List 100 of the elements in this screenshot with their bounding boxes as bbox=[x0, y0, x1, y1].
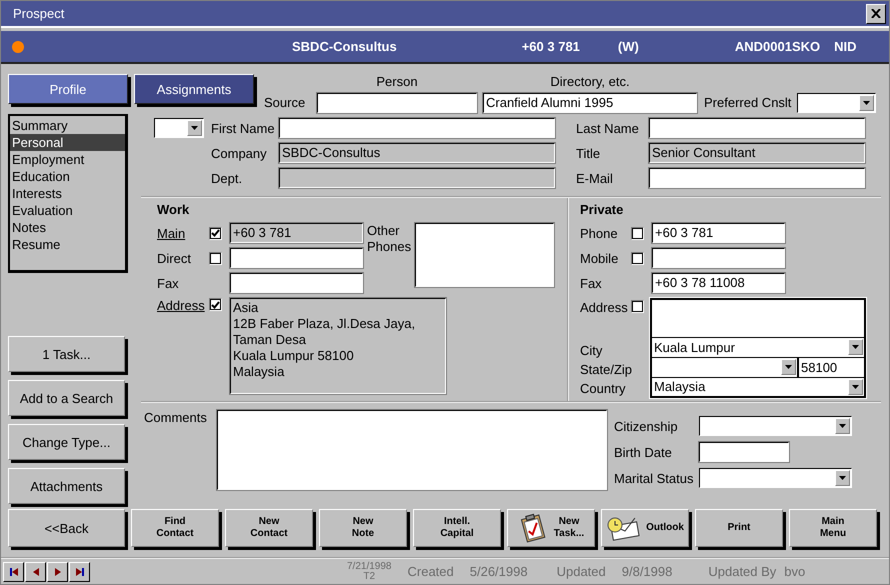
action-button[interactable]: Outlook bbox=[601, 509, 689, 547]
close-button[interactable] bbox=[866, 4, 886, 24]
dropdown[interactable] bbox=[699, 416, 852, 436]
text-field[interactable]: SBDC-Consultus bbox=[279, 143, 555, 163]
status-value: bvo bbox=[784, 564, 806, 579]
field-label: E-Mail bbox=[576, 170, 614, 186]
field-label: Country bbox=[580, 380, 627, 397]
dropdown[interactable] bbox=[154, 118, 204, 138]
text-field[interactable] bbox=[649, 118, 865, 138]
field-label: Other Phones bbox=[367, 223, 412, 255]
text-field[interactable] bbox=[230, 273, 363, 293]
text-area[interactable] bbox=[415, 223, 554, 287]
action-button[interactable]: New Task... bbox=[507, 509, 595, 547]
section-item[interactable]: Personal bbox=[10, 134, 125, 151]
side-button[interactable]: Change Type... bbox=[8, 424, 125, 460]
address-field[interactable]: Asia 12B Faber Plaza, Jl.Desa Jaya, Taman Desa Kuala Lumpur 58100 Malaysia bbox=[230, 298, 446, 394]
side-button[interactable]: Add to a Search bbox=[8, 380, 125, 416]
text-field[interactable] bbox=[699, 442, 789, 462]
section-item[interactable]: Employment bbox=[10, 151, 125, 168]
caret-icon bbox=[839, 476, 846, 480]
back-button[interactable]: <<Back bbox=[8, 509, 125, 547]
checkbox[interactable] bbox=[209, 252, 222, 264]
dropdown[interactable] bbox=[699, 468, 852, 488]
text-field[interactable]: 58100 bbox=[799, 358, 864, 376]
record-nav-button[interactable] bbox=[3, 562, 24, 582]
section-item[interactable]: Education bbox=[10, 168, 125, 185]
close-icon bbox=[871, 9, 881, 18]
field-link[interactable]: Main bbox=[157, 226, 209, 240]
record-nav-button[interactable] bbox=[25, 562, 46, 582]
field-label: Dept. bbox=[211, 170, 244, 186]
skip-last-icon bbox=[74, 566, 84, 576]
text-field[interactable] bbox=[652, 248, 785, 268]
section-item[interactable]: Notes bbox=[10, 219, 125, 236]
action-button[interactable]: Print bbox=[695, 509, 783, 547]
caret-icon bbox=[852, 345, 859, 350]
status-value: 5/26/1998 bbox=[470, 564, 528, 579]
action-button[interactable]: Intell. Capital bbox=[413, 509, 501, 547]
section-item[interactable]: Resume bbox=[10, 236, 125, 253]
text-field[interactable] bbox=[279, 168, 555, 188]
text-field[interactable] bbox=[317, 93, 477, 113]
text-field[interactable] bbox=[649, 168, 865, 188]
field-label: First Name bbox=[211, 120, 276, 136]
section-item[interactable]: Interests bbox=[10, 185, 125, 202]
status-label: Updated By bbox=[708, 564, 776, 579]
field-label: Company bbox=[211, 146, 268, 160]
field-label: City bbox=[580, 342, 604, 359]
checkbox[interactable] bbox=[209, 226, 222, 240]
side-button[interactable]: Attachments bbox=[8, 468, 125, 504]
tab[interactable]: Profile bbox=[8, 74, 128, 104]
text-field[interactable]: Senior Consultant bbox=[649, 143, 865, 163]
text-field[interactable]: +60 3 781 bbox=[652, 223, 785, 243]
text-field[interactable]: +60 3 781 bbox=[230, 223, 363, 243]
field-link[interactable]: Address bbox=[157, 298, 209, 313]
dropdown[interactable]: Malaysia bbox=[652, 378, 864, 396]
action-button[interactable]: Find Contact bbox=[131, 509, 219, 547]
previous-icon bbox=[32, 566, 38, 576]
caret-icon bbox=[191, 126, 198, 130]
field-label: Address bbox=[580, 300, 629, 315]
record-nav-button[interactable] bbox=[47, 562, 68, 582]
field-label: Phone bbox=[580, 226, 619, 240]
phone-number: +60 3 781 bbox=[522, 39, 580, 54]
field-label: Title bbox=[576, 146, 602, 160]
field-label: Fax bbox=[157, 276, 180, 290]
field-label: Birth Date bbox=[614, 444, 673, 460]
text-field[interactable]: +60 3 78 11008 bbox=[652, 273, 785, 293]
text-field[interactable] bbox=[230, 248, 363, 268]
section-item[interactable]: Summary bbox=[10, 117, 125, 134]
action-button[interactable]: New Contact bbox=[225, 509, 313, 547]
record-nav-button[interactable] bbox=[69, 562, 90, 582]
status-value: 9/8/1998 bbox=[622, 564, 672, 579]
status-label: Created bbox=[408, 564, 454, 579]
checkbox[interactable] bbox=[631, 300, 644, 313]
action-button[interactable]: Main Menu bbox=[789, 509, 877, 547]
text-field[interactable] bbox=[279, 118, 555, 138]
dropdown[interactable]: Kuala Lumpur bbox=[652, 338, 864, 356]
section-heading: Private bbox=[580, 201, 624, 218]
action-button[interactable]: New Note bbox=[319, 509, 407, 547]
dropdown[interactable] bbox=[652, 358, 797, 376]
record-type: NID bbox=[834, 39, 857, 54]
dropdown[interactable] bbox=[797, 93, 876, 113]
field-caption: Person bbox=[375, 74, 419, 91]
field-label: Last Name bbox=[576, 120, 640, 136]
skip-first-icon bbox=[8, 566, 18, 576]
field-label: Citizenship bbox=[614, 418, 679, 434]
checkbox[interactable] bbox=[209, 298, 222, 311]
next-icon bbox=[54, 566, 60, 576]
side-button[interactable]: 1 Task... bbox=[8, 336, 125, 372]
field-label: State/Zip bbox=[580, 361, 634, 378]
checkbox[interactable] bbox=[631, 226, 644, 240]
tab[interactable]: Assignments bbox=[134, 74, 254, 104]
record-date: 7/21/1998 bbox=[347, 562, 392, 572]
field-caption: Directory, etc. bbox=[549, 74, 631, 91]
envelope-clock-icon bbox=[606, 515, 640, 541]
window-title: Prospect bbox=[13, 6, 66, 21]
address-field[interactable] bbox=[652, 300, 864, 337]
company-name: SBDC-Consultus bbox=[292, 39, 397, 54]
checkbox[interactable] bbox=[631, 252, 644, 264]
text-field[interactable]: Cranfield Alumni 1995 bbox=[483, 93, 697, 113]
section-item[interactable]: Evaluation bbox=[10, 202, 125, 219]
caret-icon bbox=[839, 424, 846, 428]
